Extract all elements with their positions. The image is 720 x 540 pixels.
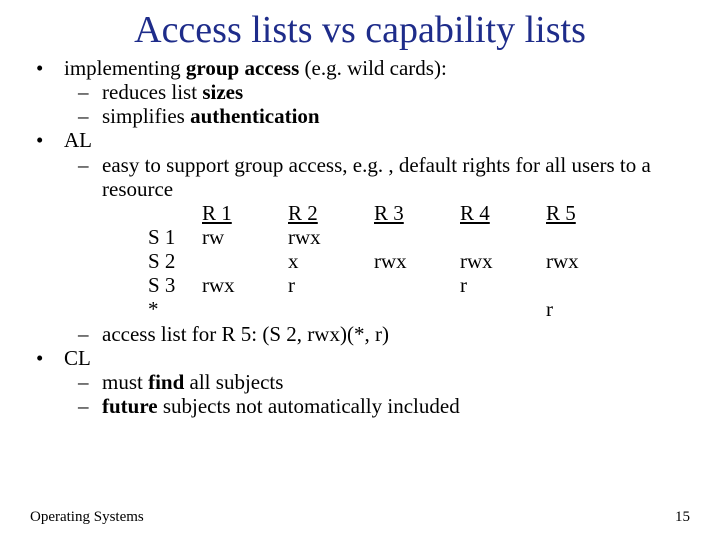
rights-table: R 1 R 2 R 3 R 4 R 5 S 1 rw rwx S 2 (148, 201, 632, 322)
table-cell: rwx (202, 273, 288, 297)
table-cell (148, 201, 202, 225)
table-cell (374, 273, 460, 297)
sub-bullet-text: must find all subjects (102, 370, 690, 394)
text-strong: future (102, 394, 158, 418)
table-cell (374, 297, 460, 321)
table-cell: S 3 (148, 273, 202, 297)
text: simplifies (102, 104, 190, 128)
table-row: * r (148, 297, 632, 321)
rights-table-wrap: R 1 R 2 R 3 R 4 R 5 S 1 rw rwx S 2 (30, 201, 690, 322)
table-cell: S 2 (148, 249, 202, 273)
table-row: S 2 x rwx rwx rwx (148, 249, 632, 273)
table-cell (202, 249, 288, 273)
slide-title: Access lists vs capability lists (0, 0, 720, 52)
text-strong: group access (186, 56, 299, 80)
page-number: 15 (675, 509, 690, 526)
table-row: S 1 rw rwx (148, 225, 632, 249)
sub-bullet-text: future subjects not automatically includ… (102, 394, 690, 418)
sub-bullet-item: future subjects not automatically includ… (30, 394, 690, 418)
slide-footer: Operating Systems 15 (30, 509, 690, 526)
table-cell: S 1 (148, 225, 202, 249)
text: implementing (64, 56, 186, 80)
text: (e.g. wild cards): (299, 56, 447, 80)
sub-bullet-item: reduces list sizes (30, 80, 690, 104)
table-cell (546, 225, 632, 249)
table-cell (546, 273, 632, 297)
table-header: R 1 (202, 201, 288, 225)
sub-bullet-item: easy to support group access, e.g. , def… (30, 153, 690, 201)
table-cell (460, 225, 546, 249)
text: must (102, 370, 148, 394)
table-cell: r (546, 297, 632, 321)
slide: Access lists vs capability lists impleme… (0, 0, 720, 540)
bullet-item: implementing group access (e.g. wild car… (30, 56, 690, 80)
table-cell (460, 297, 546, 321)
table-cell: r (460, 273, 546, 297)
table-header: R 4 (460, 201, 546, 225)
bullet-text: implementing group access (e.g. wild car… (64, 56, 447, 80)
table-row: S 3 rwx r r (148, 273, 632, 297)
dash-icon (78, 104, 102, 128)
sub-bullet-text: reduces list sizes (102, 80, 690, 104)
text: subjects not automatically included (158, 394, 460, 418)
sub-bullet-item: must find all subjects (30, 370, 690, 394)
footer-left: Operating Systems (30, 509, 144, 526)
table-header: R 3 (374, 201, 460, 225)
text: reduces list (102, 80, 202, 104)
table-header: R 2 (288, 201, 374, 225)
table-cell: x (288, 249, 374, 273)
table-cell: rw (202, 225, 288, 249)
table-cell: rwx (460, 249, 546, 273)
bullet-icon (30, 56, 64, 80)
text-strong: authentication (190, 104, 320, 128)
sub-bullet-text: access list for R 5: (S 2, rwx)(*, r) (102, 322, 690, 346)
sub-bullet-item: simplifies authentication (30, 104, 690, 128)
slide-body: implementing group access (e.g. wild car… (0, 52, 720, 418)
bullet-icon (30, 128, 64, 152)
table-cell: r (288, 273, 374, 297)
sub-bullet-item: access list for R 5: (S 2, rwx)(*, r) (30, 322, 690, 346)
table-cell: rwx (546, 249, 632, 273)
text: all subjects (184, 370, 283, 394)
bullet-icon (30, 346, 64, 370)
text-strong: find (148, 370, 184, 394)
table-cell: * (148, 297, 202, 321)
bullet-item: CL (30, 346, 690, 370)
bullet-item: AL (30, 128, 690, 152)
text-strong: sizes (202, 80, 243, 104)
dash-icon (78, 370, 102, 394)
dash-icon (78, 322, 102, 346)
table-header: R 5 (546, 201, 632, 225)
bullet-text: CL (64, 346, 91, 370)
table-header-row: R 1 R 2 R 3 R 4 R 5 (148, 201, 632, 225)
table-cell (288, 297, 374, 321)
dash-icon (78, 153, 102, 177)
dash-icon (78, 394, 102, 418)
dash-icon (78, 80, 102, 104)
table-cell: rwx (288, 225, 374, 249)
table-cell: rwx (374, 249, 460, 273)
table-cell (202, 297, 288, 321)
bullet-text: AL (64, 128, 92, 152)
table-cell (374, 225, 460, 249)
sub-bullet-text: easy to support group access, e.g. , def… (102, 153, 690, 201)
sub-bullet-text: simplifies authentication (102, 104, 690, 128)
